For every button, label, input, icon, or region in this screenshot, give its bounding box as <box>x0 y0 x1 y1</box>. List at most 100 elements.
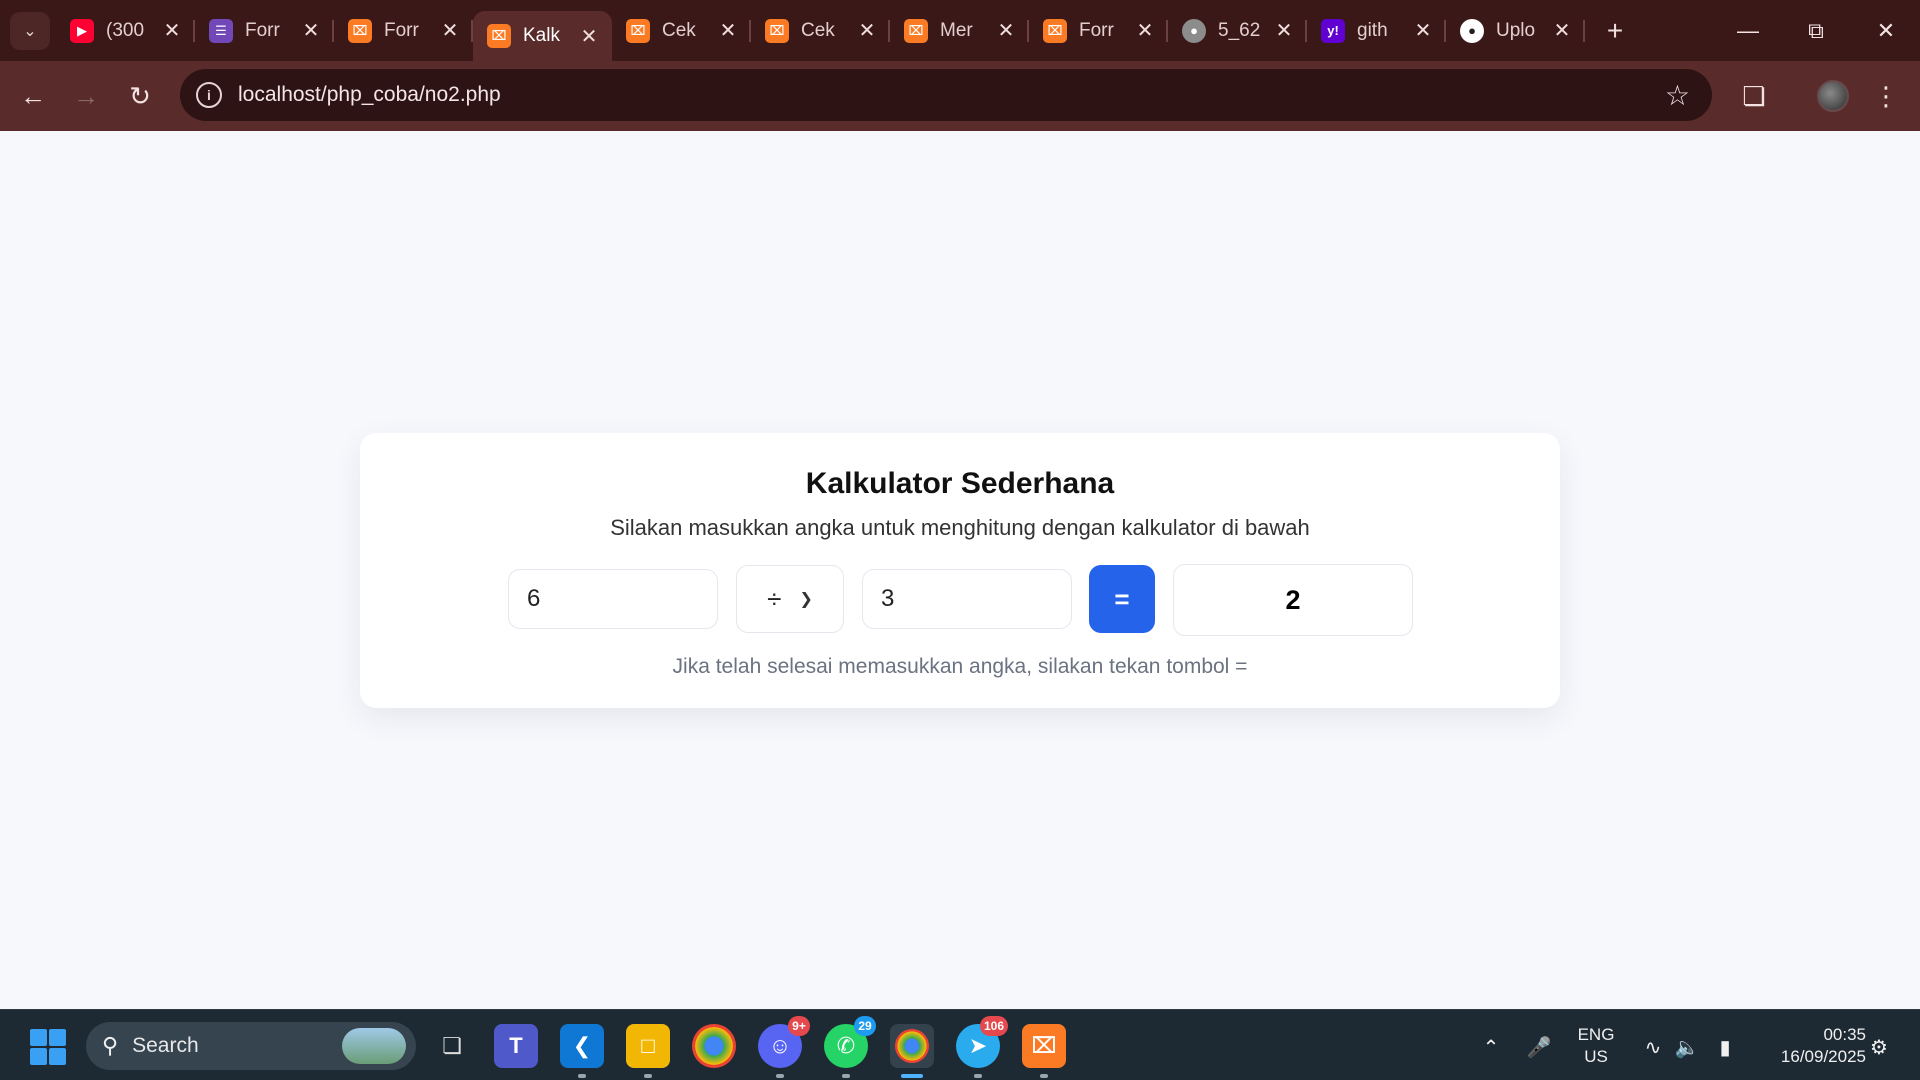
chrome-icon <box>895 1029 929 1063</box>
close-icon[interactable]: ✕ <box>439 20 461 42</box>
notification-bell-icon: ⚙ <box>1870 1036 1888 1059</box>
notification-badge: 106 <box>979 1016 1008 1036</box>
close-icon[interactable]: ✕ <box>300 20 322 42</box>
running-indicator <box>1040 1074 1048 1078</box>
tab-title: Uplo <box>1496 19 1536 41</box>
tab-cek-1[interactable]: ⌧ Cek ✕ <box>612 0 751 61</box>
tab-title: Cek <box>662 19 696 41</box>
notification-badge: 29 <box>854 1016 876 1036</box>
reload-icon: ↻ <box>129 80 151 111</box>
start-button[interactable] <box>30 1029 66 1065</box>
menu-button[interactable]: ⋮ <box>1866 76 1906 116</box>
close-icon[interactable]: ✕ <box>1551 20 1573 42</box>
tab-title: Forr <box>384 19 419 41</box>
close-icon[interactable]: ✕ <box>1134 20 1156 42</box>
star-icon[interactable]: ☆ <box>1665 79 1690 112</box>
equals-button[interactable]: = <box>1089 565 1155 633</box>
close-icon[interactable]: ✕ <box>856 20 878 42</box>
calculator-card: Kalkulator Sederhana Silakan masukkan an… <box>360 433 1560 708</box>
close-icon: ✕ <box>1876 17 1896 43</box>
chevron-up-icon: ⌃ <box>1482 1036 1500 1059</box>
reload-button[interactable]: ↻ <box>122 78 158 114</box>
speaker-icon: 🔈 <box>1674 1036 1700 1059</box>
notifications-button[interactable]: ⚙ <box>1864 1032 1894 1062</box>
chrome-active-app[interactable] <box>890 1024 934 1078</box>
close-icon[interactable]: ✕ <box>1412 20 1434 42</box>
url-text[interactable]: localhost/php_coba/no2.php <box>238 83 501 107</box>
tab-search-button[interactable]: ⌄ <box>10 12 50 50</box>
teams-icon: T <box>509 1033 523 1058</box>
extensions-button[interactable]: ❏ <box>1734 76 1774 116</box>
battery-button[interactable]: ▮ <box>1708 1032 1742 1062</box>
search-label: Search <box>132 1034 199 1057</box>
microphone-icon: 🎤 <box>1526 1036 1552 1059</box>
result-output: 2 <box>1173 564 1413 636</box>
chevron-down-icon: ❯ <box>799 591 813 608</box>
whatsapp-app[interactable]: ✆ 29 <box>824 1016 876 1078</box>
teams-app[interactable]: T <box>494 1024 538 1068</box>
microphone-button[interactable]: 🎤 <box>1524 1032 1554 1062</box>
tab-separator <box>1583 20 1585 42</box>
arrow-right-icon: → <box>73 80 99 111</box>
github-icon: ● <box>1460 18 1484 43</box>
running-indicator <box>842 1074 850 1078</box>
tab-title: Kalk <box>523 25 560 46</box>
restore-button[interactable]: ⧉ <box>1782 0 1850 61</box>
tab-mer[interactable]: ⌧ Mer ✕ <box>890 0 1029 61</box>
tab-title: gith <box>1357 19 1388 41</box>
address-bar[interactable]: i localhost/php_coba/no2.php ☆ <box>180 69 1712 121</box>
windows-logo-pane <box>49 1048 66 1065</box>
close-icon[interactable]: ✕ <box>578 25 600 48</box>
tab-yahoo[interactable]: y! gith ✕ <box>1307 0 1446 61</box>
vscode-app[interactable]: ❮ <box>560 1024 604 1078</box>
vscode-icon: ❮ <box>572 1033 592 1058</box>
tab-github[interactable]: ● Uplo ✕ <box>1446 0 1585 61</box>
close-icon[interactable]: ✕ <box>995 20 1017 42</box>
close-icon[interactable]: ✕ <box>717 20 739 42</box>
first-number-input[interactable]: 6 <box>508 569 718 629</box>
close-icon[interactable]: ✕ <box>1273 20 1295 42</box>
tab-cek-2[interactable]: ⌧ Cek ✕ <box>751 0 890 61</box>
wifi-button[interactable]: ∿ <box>1638 1032 1668 1062</box>
windows-logo-pane <box>49 1029 66 1046</box>
telegram-app[interactable]: ➤ 106 <box>956 1016 1008 1078</box>
close-icon[interactable]: ✕ <box>161 20 183 42</box>
page-subtitle: Silakan masukkan angka untuk menghitung … <box>610 515 1310 540</box>
new-tab-button[interactable]: + <box>1598 14 1632 48</box>
telegram-icon: ➤ <box>968 1033 988 1058</box>
minimize-button[interactable]: — <box>1714 0 1782 61</box>
show-hidden-icons-button[interactable]: ⌃ <box>1476 1032 1506 1062</box>
forms-icon: ☰ <box>209 18 233 43</box>
tab-youtube[interactable]: ▶ (300 ✕ <box>56 0 195 61</box>
tab-globe[interactable]: ● 5_62 ✕ <box>1168 0 1307 61</box>
second-number-input[interactable]: 3 <box>862 569 1072 629</box>
close-window-button[interactable]: ✕ <box>1852 0 1920 61</box>
more-vertical-icon: ⋮ <box>1873 80 1899 111</box>
language-indicator[interactable]: ENG US <box>1568 1024 1624 1068</box>
tab-form-2[interactable]: ⌧ Forr ✕ <box>1029 0 1168 61</box>
file-explorer-app[interactable]: □ <box>626 1024 670 1078</box>
tab-kalkulator[interactable]: ⌧ Kalk ✕ <box>473 11 612 61</box>
forward-button[interactable]: → <box>68 78 104 114</box>
taskbar-search[interactable]: ⚲ Search <box>86 1022 416 1070</box>
battery-icon: ▮ <box>1719 1036 1731 1059</box>
tab-xampp-form[interactable]: ⌧ Forr ✕ <box>334 0 473 61</box>
discord-app[interactable]: ☺ 9+ <box>758 1016 810 1078</box>
back-button[interactable]: ← <box>15 78 51 114</box>
language-code: ENG <box>1577 1025 1615 1044</box>
page-title: Kalkulator Sederhana <box>805 467 1115 500</box>
xampp-app[interactable]: ⌧ <box>1022 1024 1066 1078</box>
arrow-left-icon: ← <box>20 80 46 111</box>
globe-icon: ● <box>1182 18 1206 43</box>
info-icon[interactable]: i <box>196 82 222 108</box>
volume-button[interactable]: 🔈 <box>1672 1032 1702 1062</box>
tab-title: Forr <box>1079 19 1114 41</box>
tab-title: Mer <box>940 19 973 41</box>
chrome-app[interactable] <box>692 1024 736 1068</box>
profile-avatar[interactable] <box>1817 80 1849 112</box>
system-clock[interactable]: 00:35 16/09/2025 <box>1752 1024 1866 1068</box>
tab-forms[interactable]: ☰ Forr ✕ <box>195 0 334 61</box>
operator-select[interactable]: ÷ ❯ <box>736 565 844 633</box>
tab-strip: ▶ (300 ✕ ☰ Forr ✕ ⌧ Forr ✕ ⌧ Kalk ✕ ⌧ Ce… <box>56 0 1585 61</box>
task-view-button[interactable]: ❏ <box>430 1024 474 1068</box>
